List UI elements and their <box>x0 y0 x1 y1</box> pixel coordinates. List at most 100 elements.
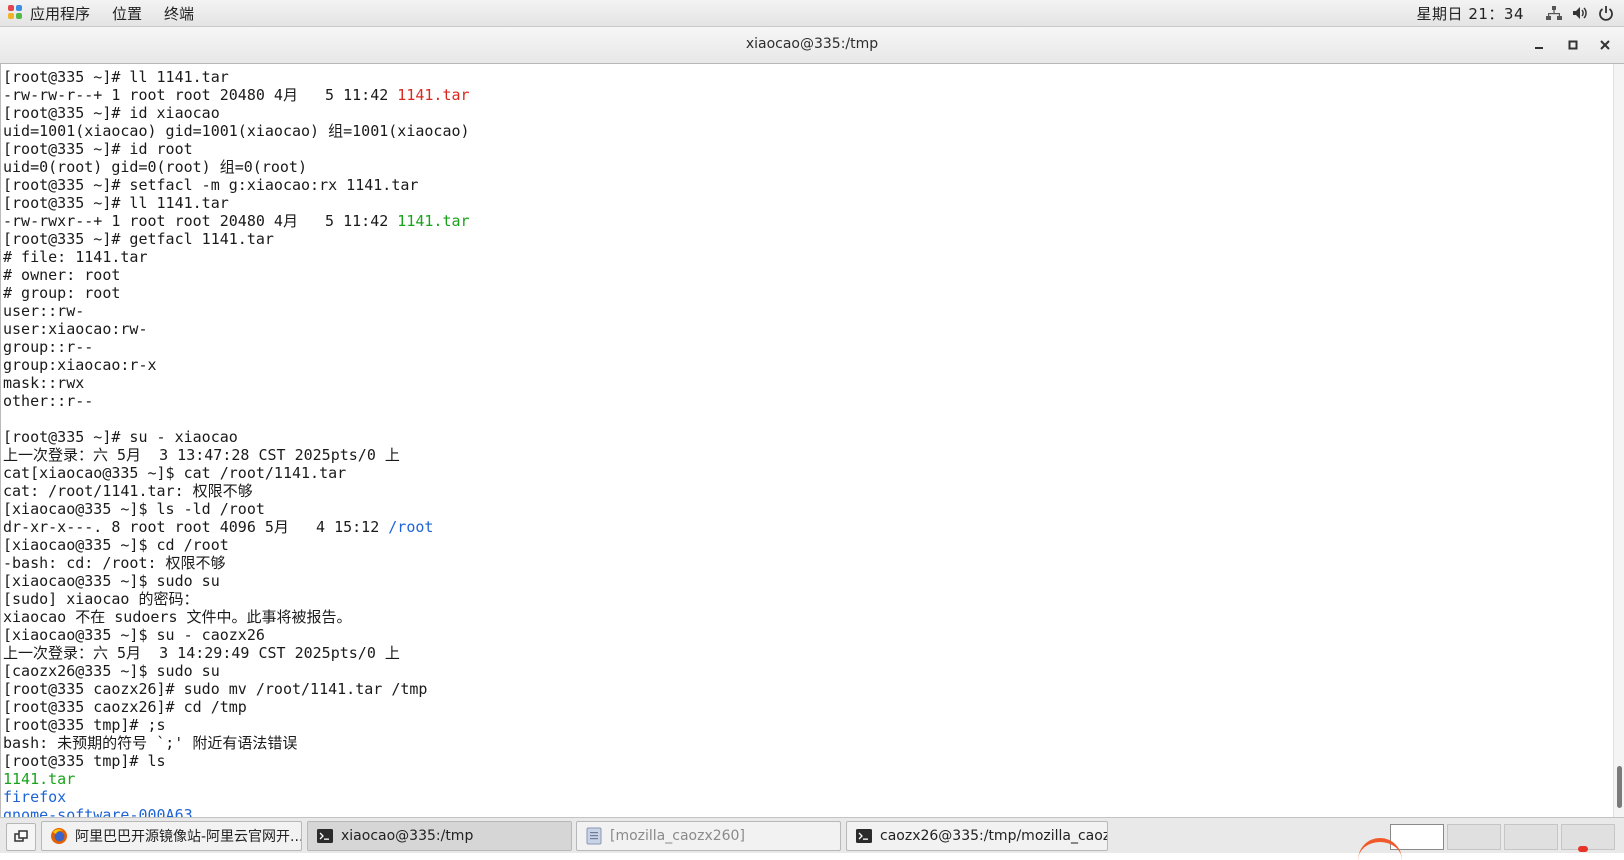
terminal-line: [root@335 ~]# ll 1141.tar <box>3 194 470 212</box>
terminal-line: uid=1001(xiaocao) gid=1001(xiaocao) 组=10… <box>3 122 470 140</box>
scrollbar-thumb[interactable] <box>1617 766 1622 808</box>
terminal-text-segment: [root@335 ~]# id xiaocao <box>3 104 220 122</box>
workspace-3[interactable] <box>1504 824 1558 850</box>
terminal-text-segment: [root@335 tmp]# ;s <box>3 716 166 734</box>
applications-icon[interactable] <box>8 5 24 21</box>
terminal-line: group::r-- <box>3 338 470 356</box>
terminal-line: dr-xr-x---. 8 root root 4096 5月 4 15:12 … <box>3 518 470 536</box>
terminal-line: [root@335 ~]# id xiaocao <box>3 104 470 122</box>
terminal-icon <box>317 829 333 843</box>
terminal-text-segment: # owner: root <box>3 266 121 284</box>
terminal-line: [xiaocao@335 ~]$ sudo su <box>3 572 470 590</box>
file-manager-icon <box>586 827 602 845</box>
terminal-text-segment: [xiaocao@335 ~]$ cd /root <box>3 536 229 554</box>
terminal-line: -bash: cd: /root: 权限不够 <box>3 554 470 572</box>
minimize-button[interactable] <box>1530 36 1548 54</box>
task-label: [mozilla_caozx260] <box>610 828 745 844</box>
task-file-manager[interactable]: [mozilla_caozx260] <box>576 821 841 851</box>
colored-filename: firefox <box>3 788 67 806</box>
terminal-line: [root@335 ~]# id root <box>3 140 470 158</box>
terminal-text-segment: user::rw- <box>3 302 85 320</box>
colored-filename: 1141.tar <box>3 770 76 788</box>
maximize-button[interactable] <box>1564 36 1582 54</box>
terminal-line: 上一次登录：六 5月 3 13:47:28 CST 2025pts/0 上 <box>3 446 470 464</box>
clock[interactable]: 星期日 21：34 <box>1417 3 1524 24</box>
top-panel: 应用程序 位置 终端 星期日 21：34 <box>0 0 1624 27</box>
terminal-scrollbar[interactable] <box>1613 64 1624 817</box>
colored-filename: /root <box>388 518 434 536</box>
colored-filename: 1141.tar <box>397 86 470 104</box>
terminal-text-segment: [root@335 ~]# ll 1141.tar <box>3 68 229 86</box>
terminal-line: # owner: root <box>3 266 470 284</box>
top-panel-right: 星期日 21：34 <box>1417 0 1624 26</box>
network-icon[interactable] <box>1546 5 1562 21</box>
terminal-text-segment: [xiaocao@335 ~]$ ls -ld /root <box>3 500 265 518</box>
terminal-line: [root@335 tmp]# ;s <box>3 716 470 734</box>
close-button[interactable] <box>1596 36 1614 54</box>
power-icon[interactable] <box>1598 5 1614 21</box>
terminal-line: uid=0(root) gid=0(root) 组=0(root) <box>3 158 470 176</box>
colored-filename: 1141.tar <box>397 212 470 230</box>
terminal-text-segment: 上一次登录：六 5月 3 14:29:49 CST 2025pts/0 上 <box>3 644 400 662</box>
terminal-line: [root@335 ~]# su - xiaocao <box>3 428 470 446</box>
show-desktop-button[interactable] <box>6 823 36 851</box>
task-terminal-xiaocao[interactable]: xiaocao@335:/tmp <box>307 821 572 851</box>
terminal-line: [root@335 caozx26]# cd /tmp <box>3 698 470 716</box>
terminal-text-segment: [root@335 caozx26]# sudo mv /root/1141.t… <box>3 680 428 698</box>
terminal-text-segment: -rw-rw-r--+ 1 root root 20480 4月 5 11:42 <box>3 86 398 104</box>
terminal-text-segment: [xiaocao@335 ~]$ sudo su <box>3 572 220 590</box>
terminal-line: firefox <box>3 788 470 806</box>
maximize-icon <box>1568 40 1578 50</box>
terminal-text-segment: # file: 1141.tar <box>3 248 148 266</box>
terminal-line: [xiaocao@335 ~]$ ls -ld /root <box>3 500 470 518</box>
terminal-text-segment: cat: /root/1141.tar: 权限不够 <box>3 482 253 500</box>
terminal-text-segment: # group: root <box>3 284 121 302</box>
volume-icon[interactable] <box>1572 5 1588 21</box>
terminal-text-segment: [caozx26@335 ~]$ sudo su <box>3 662 220 680</box>
workspace-2[interactable] <box>1447 824 1501 850</box>
terminal-line: [xiaocao@335 ~]$ su - caozx26 <box>3 626 470 644</box>
task-label: caozx26@335:/tmp/mozilla_caozx··· <box>880 828 1108 844</box>
terminal-text-segment: uid=0(root) gid=0(root) 组=0(root) <box>3 158 307 176</box>
terminal-line: 1141.tar <box>3 770 470 788</box>
terminal-line: cat: /root/1141.tar: 权限不够 <box>3 482 470 500</box>
show-desktop-icon <box>14 830 28 842</box>
terminal-text-segment: [root@335 caozx26]# cd /tmp <box>3 698 247 716</box>
workspace-1[interactable] <box>1390 824 1444 850</box>
terminal-line: [root@335 ~]# getfacl 1141.tar <box>3 230 470 248</box>
menu-terminal[interactable]: 终端 <box>164 3 194 24</box>
terminal-text-segment: uid=1001(xiaocao) gid=1001(xiaocao) 组=10… <box>3 122 470 140</box>
terminal-line: [sudo] xiaocao 的密码： <box>3 590 470 608</box>
terminal-line: [root@335 tmp]# ls <box>3 752 470 770</box>
terminal-output[interactable]: [root@335 ~]# ll 1141.tar -rw-rw-r--+ 1 r… <box>0 64 1615 817</box>
terminal-line: -rw-rwxr--+ 1 root root 20480 4月 5 11:42… <box>3 212 470 230</box>
terminal-line: 上一次登录：六 5月 3 14:29:49 CST 2025pts/0 上 <box>3 644 470 662</box>
terminal-text-segment: -bash: cd: /root: 权限不够 <box>3 554 226 572</box>
terminal-line: [root@335 ~]# ll 1141.tar <box>3 68 470 86</box>
terminal-text-segment: [root@335 ~]# ll 1141.tar <box>3 194 229 212</box>
terminal-text-segment: group:xiaocao:r-x <box>3 356 157 374</box>
menu-places[interactable]: 位置 <box>112 3 142 24</box>
terminal-text-segment: bash: 未预期的符号 `;' 附近有语法错误 <box>3 734 298 752</box>
terminal-text-segment: other::r-- <box>3 392 94 410</box>
close-icon <box>1600 40 1610 50</box>
terminal-line: mask::rwx <box>3 374 470 392</box>
task-terminal-caozx26[interactable]: caozx26@335:/tmp/mozilla_caozx··· <box>846 821 1108 851</box>
colored-filename: gnome-software-000A63 <box>3 806 193 817</box>
terminal-line: # file: 1141.tar <box>3 248 470 266</box>
menu-applications[interactable]: 应用程序 <box>30 3 90 24</box>
task-label: 阿里巴巴开源镜像站-阿里云官网开... <box>75 829 302 845</box>
terminal-text-segment: [xiaocao@335 ~]$ su - caozx26 <box>3 626 265 644</box>
terminal-line: gnome-software-000A63 <box>3 806 470 817</box>
terminal-line: -rw-rw-r--+ 1 root root 20480 4月 5 11:42… <box>3 86 470 104</box>
terminal-line: bash: 未预期的符号 `;' 附近有语法错误 <box>3 734 470 752</box>
terminal-text-segment: -rw-rwxr--+ 1 root root 20480 4月 5 11:42 <box>3 212 398 230</box>
window-titlebar[interactable]: xiaocao@335:/tmp <box>0 27 1624 64</box>
workspace-4[interactable] <box>1561 824 1615 850</box>
terminal-line: [root@335 ~]# setfacl -m g:xiaocao:rx 11… <box>3 176 470 194</box>
terminal-text-segment: [root@335 ~]# setfacl -m g:xiaocao:rx 11… <box>3 176 419 194</box>
terminal-text-segment: dr-xr-x---. 8 root root 4096 5月 4 15:12 <box>3 518 389 536</box>
task-firefox[interactable]: 阿里巴巴开源镜像站-阿里云官网开... <box>41 821 302 851</box>
terminal-line: user:xiaocao:rw- <box>3 320 470 338</box>
